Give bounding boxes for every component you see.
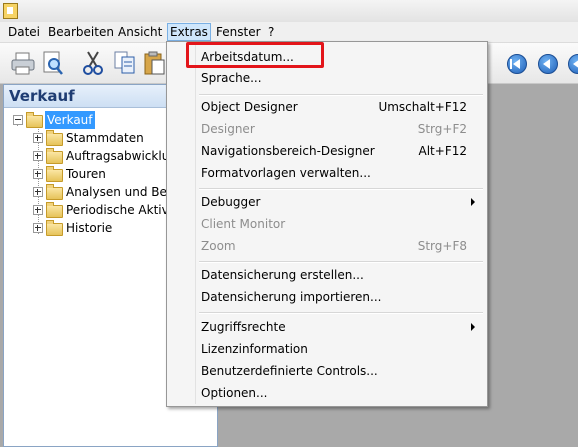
- title-bar: [0, 0, 578, 22]
- tree-item-label: Auftragsabwicklun: [66, 149, 177, 163]
- folder-icon: [46, 130, 63, 146]
- menu-item-label: Optionen...: [201, 386, 268, 400]
- menu-item-debugger[interactable]: Debugger: [169, 191, 485, 213]
- menu-item-zoom: Zoom Strg+F8: [169, 235, 485, 257]
- folder-icon: [46, 220, 63, 236]
- menu-item-shortcut: Umschalt+F12: [378, 100, 467, 114]
- app-icon: [3, 3, 18, 19]
- folder-icon: [46, 166, 63, 182]
- menu-item-benutzerdefinierte-controls[interactable]: Benutzerdefinierte Controls...: [169, 360, 485, 382]
- menu-item-label: Designer: [201, 122, 255, 136]
- highlight-box: [186, 42, 324, 68]
- menu-item-label: Debugger: [201, 195, 261, 209]
- expand-icon[interactable]: [33, 133, 43, 143]
- menu-item-label: Lizenzinformation: [201, 342, 308, 356]
- tree-item-label: Touren: [66, 167, 106, 181]
- menu-item-navigationsbereich-designer[interactable]: Navigationsbereich-Designer Alt+F12: [169, 140, 485, 162]
- menu-bar: Datei Bearbeiten Ansicht Extras Fenster …: [0, 22, 578, 43]
- menu-item-zugriffsrechte[interactable]: Zugriffsrechte: [169, 316, 485, 338]
- menu-item-label: Zoom: [201, 239, 236, 253]
- menu-item-sprache[interactable]: Sprache...: [169, 67, 485, 89]
- menu-item-label: Client Monitor: [201, 217, 286, 231]
- menu-item-label: Formatvorlagen verwalten...: [201, 166, 371, 180]
- menu-item-shortcut: Strg+F2: [417, 122, 467, 136]
- expand-icon[interactable]: [33, 169, 43, 179]
- first-record-icon[interactable]: [507, 54, 527, 74]
- previous-record-icon[interactable]: [538, 54, 558, 74]
- expand-icon[interactable]: [33, 187, 43, 197]
- tree-item-label: Stammdaten: [66, 131, 144, 145]
- menu-item-client-monitor: Client Monitor: [169, 213, 485, 235]
- tree-item-label: Verkauf: [45, 111, 95, 129]
- paste-icon[interactable]: [142, 49, 168, 77]
- menu-item-label: Object Designer: [201, 100, 298, 114]
- menu-item-label: Sprache...: [201, 71, 262, 85]
- submenu-arrow-icon: [471, 198, 475, 206]
- menu-item-lizenzinformation[interactable]: Lizenzinformation: [169, 338, 485, 360]
- expand-icon[interactable]: [33, 151, 43, 161]
- open-folder-icon: [26, 112, 43, 128]
- menu-item-label: Datensicherung erstellen...: [201, 268, 364, 282]
- menu-bearbeiten[interactable]: Bearbeiten: [46, 24, 116, 40]
- extras-dropdown-menu: Arbeitsdatum... Sprache... Object Design…: [166, 41, 488, 407]
- menu-extras[interactable]: Extras: [167, 23, 211, 41]
- menu-item-object-designer[interactable]: Object Designer Umschalt+F12: [169, 96, 485, 118]
- menu-item-optionen[interactable]: Optionen...: [169, 382, 485, 404]
- menu-separator: [199, 312, 483, 314]
- print-preview-icon[interactable]: [40, 49, 66, 77]
- menu-item-label: Navigationsbereich-Designer: [201, 144, 375, 158]
- next-record-icon[interactable]: [568, 54, 578, 74]
- menu-fenster[interactable]: Fenster: [214, 24, 263, 40]
- menu-item-label: Datensicherung importieren...: [201, 290, 382, 304]
- collapse-icon[interactable]: [13, 115, 23, 125]
- expand-icon[interactable]: [33, 223, 43, 233]
- folder-icon: [46, 148, 63, 164]
- menu-item-formatvorlagen[interactable]: Formatvorlagen verwalten...: [169, 162, 485, 184]
- expand-icon[interactable]: [33, 205, 43, 215]
- tree-item-label: Historie: [66, 221, 113, 235]
- menu-item-designer: Designer Strg+F2: [169, 118, 485, 140]
- menu-item-label: Zugriffsrechte: [201, 320, 286, 334]
- copy-icon[interactable]: [112, 49, 138, 77]
- menu-item-shortcut: Alt+F12: [418, 144, 467, 158]
- menu-item-shortcut: Strg+F8: [417, 239, 467, 253]
- menu-separator: [199, 188, 483, 190]
- folder-icon: [46, 184, 63, 200]
- menu-separator: [199, 261, 483, 263]
- menu-item-label: Benutzerdefinierte Controls...: [201, 364, 378, 378]
- cut-icon[interactable]: [80, 49, 106, 77]
- menu-help[interactable]: ?: [266, 24, 276, 40]
- menu-datei[interactable]: Datei: [6, 24, 42, 40]
- print-icon[interactable]: [10, 49, 36, 77]
- tree-item-label: Periodische Aktivit: [66, 203, 177, 217]
- menu-item-datensicherung-erstellen[interactable]: Datensicherung erstellen...: [169, 264, 485, 286]
- folder-icon: [46, 202, 63, 218]
- menu-item-datensicherung-importieren[interactable]: Datensicherung importieren...: [169, 286, 485, 308]
- menu-ansicht[interactable]: Ansicht: [116, 24, 164, 40]
- submenu-arrow-icon: [471, 323, 475, 331]
